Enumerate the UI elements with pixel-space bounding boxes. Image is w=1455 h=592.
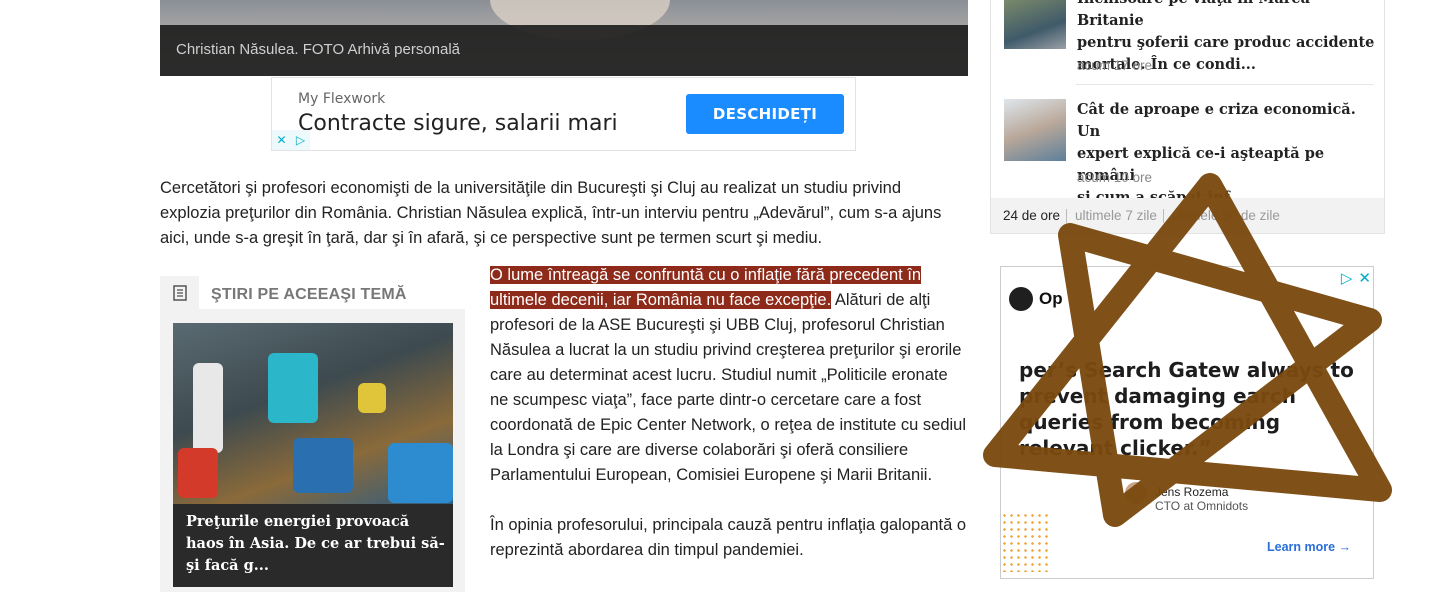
- related-heading: ŞTIRI PE ACEEAŞI TEMĂ: [211, 286, 407, 303]
- news-time: acum 17 ore: [1077, 58, 1153, 73]
- ad-person-role: CTO at Omnidots: [1155, 499, 1249, 513]
- hero-caption-bar: Christian Năsulea. FOTO Arhivă personală: [160, 25, 968, 76]
- news-title-line: Închisoare pe viaţă în Marea Britanie: [1077, 0, 1310, 29]
- time-filter-tabs: 24 de ore ultimele 7 zile ultimele 30 de…: [991, 198, 1384, 233]
- avatar: [1125, 482, 1147, 504]
- ad-open-button[interactable]: DESCHIDEȚI: [686, 94, 844, 134]
- article-paragraph: În opinia profesorului, principala cauză…: [490, 516, 967, 559]
- related-card[interactable]: Preţurile energiei provoacă haos în Asia…: [173, 323, 453, 587]
- close-icon[interactable]: ✕: [272, 130, 291, 150]
- related-card-title[interactable]: Preţurile energiei provoacă haos în Asia…: [186, 511, 448, 577]
- ad-person-name: Jens Rozema: [1155, 485, 1229, 499]
- article-hero-image: Christian Năsulea. FOTO Arhivă personală: [160, 0, 968, 76]
- ad-banner[interactable]: My Flexwork Contracte sigure, salarii ma…: [271, 77, 856, 151]
- related-card-image[interactable]: [173, 323, 453, 504]
- tab-30-days[interactable]: ultimele 30 de zile: [1172, 208, 1286, 223]
- tab-separator: [1066, 208, 1068, 223]
- related-news-box: ŞTIRI PE ACEEAŞI TEMĂ Preţurile energiei…: [160, 276, 465, 592]
- adchoices-icon[interactable]: ▷: [1341, 269, 1353, 287]
- tab-24h[interactable]: 24 de ore: [1003, 208, 1066, 223]
- ad-brand-logo: Op: [1009, 287, 1063, 311]
- brand-icon: [1009, 287, 1033, 311]
- related-panel: Preţurile energiei provoacă haos în Asia…: [160, 309, 465, 592]
- ad-advertiser: My Flexwork: [298, 91, 386, 107]
- close-icon[interactable]: ✕: [1358, 269, 1371, 287]
- ad-brand-name: Op: [1039, 289, 1063, 308]
- article-intro: Cercetători şi profesori economişti de l…: [160, 179, 942, 247]
- divider: [1076, 84, 1374, 85]
- sidebar-news: Închisoare pe viaţă în Marea Britanie pe…: [990, 0, 1385, 234]
- ad-choices[interactable]: ✕ ▷: [272, 130, 310, 150]
- ad-quote: per’s Search Gatew always to prevent dam…: [1019, 358, 1354, 460]
- adchoices-icon[interactable]: ▷: [291, 130, 310, 150]
- learn-more-link[interactable]: Learn more →: [1267, 540, 1351, 554]
- article-paragraph: O lume întreagă se confruntă cu o inflaţ…: [490, 263, 970, 488]
- news-title[interactable]: Cât de aproape e criza economică. Un exp…: [1077, 99, 1377, 209]
- decorative-dots: [1001, 512, 1051, 572]
- paragraph-text: Alături de alţi profesori de la ASE Bucu…: [490, 291, 967, 484]
- ad-choices[interactable]: ▷ ✕: [1341, 269, 1371, 287]
- news-time: acum 10 ore: [1077, 170, 1153, 185]
- tab-7-days[interactable]: ultimele 7 zile: [1075, 208, 1163, 223]
- hero-caption: Christian Năsulea. FOTO Arhivă personală: [176, 41, 461, 58]
- document-icon: [160, 276, 199, 309]
- tab-separator: [1162, 208, 1164, 223]
- news-title-line: pentru şoferii care produc accidente: [1077, 34, 1375, 51]
- news-title-line: Cât de aproape e criza economică. Un: [1077, 101, 1356, 140]
- ad-person: Jens Rozema CTO at Omnidots: [1155, 485, 1248, 513]
- news-thumbnail[interactable]: [1004, 0, 1066, 49]
- article-body: O lume întreagă se confruntă cu o inflaţ…: [490, 263, 970, 563]
- sidebar-ad[interactable]: ▷ ✕ Op per’s Search Gatew always to prev…: [1000, 266, 1374, 579]
- news-thumbnail[interactable]: [1004, 99, 1066, 161]
- ad-headline[interactable]: Contracte sigure, salarii mari: [298, 111, 618, 136]
